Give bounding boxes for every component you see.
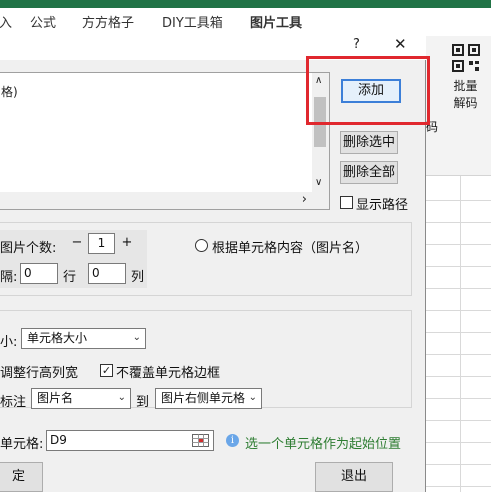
grid-line — [425, 200, 491, 201]
start-cell-input[interactable]: D9 — [46, 430, 214, 451]
tab-insert[interactable]: 插入 — [0, 12, 12, 31]
grid-line — [425, 420, 491, 421]
grid-line — [425, 288, 491, 289]
scroll-right-arrow[interactable]: › — [302, 192, 307, 207]
ok-button[interactable]: 定 — [0, 462, 43, 492]
no-cover-border-label: 不覆盖单元格边框 — [116, 366, 221, 381]
add-button-highlight — [306, 56, 430, 125]
annotate-label: 标注 — [0, 395, 27, 410]
size-select-value: 单元格大小 — [27, 331, 88, 345]
scroll-down-arrow[interactable]: ∨ — [315, 177, 322, 188]
grid-line — [425, 244, 491, 245]
start-cell-value: D9 — [50, 433, 67, 447]
spacing-label: 隔: — [0, 270, 18, 285]
list-item[interactable]: 格) — [1, 83, 18, 100]
adjust-row-col-label: 调整行高列宽 — [0, 366, 79, 381]
chevron-down-icon: ⌄ — [248, 392, 257, 403]
qr-code-icon — [451, 44, 480, 72]
info-icon: i — [226, 434, 239, 447]
picture-file-list[interactable]: 格) ∧ ∨ › — [0, 72, 330, 210]
by-cell-content-radio[interactable] — [195, 239, 208, 252]
grid-line — [425, 354, 491, 355]
size-select[interactable]: 单元格大小 ⌄ — [21, 328, 146, 349]
grid-line — [460, 176, 461, 492]
batch-decode-label-1: 批量 — [453, 79, 478, 93]
show-path-label: 显示路径 — [356, 198, 409, 213]
annotate-select-value: 图片名 — [37, 391, 74, 405]
by-cell-content-label: 根据单元格内容（图片名） — [212, 241, 369, 256]
batch-decode-button[interactable]: 批量 解码 — [440, 44, 491, 134]
chevron-down-icon: ⌄ — [132, 332, 141, 343]
show-path-checkbox[interactable] — [340, 196, 353, 209]
title-bar-strip — [0, 0, 491, 8]
grid-line — [425, 266, 491, 267]
start-cell-label: 单元格: — [0, 437, 44, 452]
size-label: 小: — [0, 335, 18, 350]
grid-line — [425, 376, 491, 377]
annotate-select[interactable]: 图片名 ⌄ — [31, 388, 131, 409]
delete-selected-button[interactable]: 删除选中 — [340, 131, 398, 154]
grid-line — [425, 222, 491, 223]
chevron-down-icon: ⌄ — [117, 392, 126, 403]
tab-formulas[interactable]: 公式 — [30, 12, 56, 31]
tab-fangfanggezi[interactable]: 方方格子 — [82, 12, 134, 31]
grid-line — [425, 442, 491, 443]
tab-picture-tools[interactable]: 图片工具 — [250, 12, 303, 37]
annotate-position-select[interactable]: 图片右侧单元格 ⌄ — [155, 388, 262, 409]
picture-count-label: 图片个数: — [0, 241, 57, 256]
stepper-minus-button[interactable]: − — [68, 234, 86, 253]
stepper-plus-button[interactable]: + — [118, 234, 136, 253]
exit-button[interactable]: 退出 — [315, 462, 393, 492]
batch-decode-label-2: 解码 — [453, 96, 478, 110]
hint-text: 选一个单元格作为起始位置 — [245, 437, 402, 452]
grid-line — [425, 398, 491, 399]
horizontal-scrollbar[interactable]: › — [0, 192, 329, 209]
no-cover-border-checkbox[interactable]: ✓ — [100, 364, 113, 377]
col-unit-label: 列 — [131, 270, 145, 285]
grid-line — [425, 332, 491, 333]
row-unit-label: 行 — [63, 270, 77, 285]
help-button[interactable]: ? — [353, 37, 360, 52]
to-label: 到 — [136, 395, 150, 410]
tab-diy-toolbox[interactable]: DIY工具箱 — [162, 12, 223, 31]
grid-line — [425, 486, 491, 487]
picture-count-input[interactable]: 1 — [88, 233, 115, 254]
grid-line — [425, 464, 491, 465]
range-picker-icon[interactable] — [192, 434, 209, 447]
close-button[interactable]: ✕ — [394, 35, 407, 53]
col-spacing-input[interactable]: 0 — [88, 263, 126, 284]
delete-all-button[interactable]: 删除全部 — [340, 161, 398, 184]
grid-line — [425, 310, 491, 311]
annotate-position-value: 图片右侧单元格 — [161, 391, 246, 405]
row-spacing-input[interactable]: 0 — [20, 263, 58, 284]
